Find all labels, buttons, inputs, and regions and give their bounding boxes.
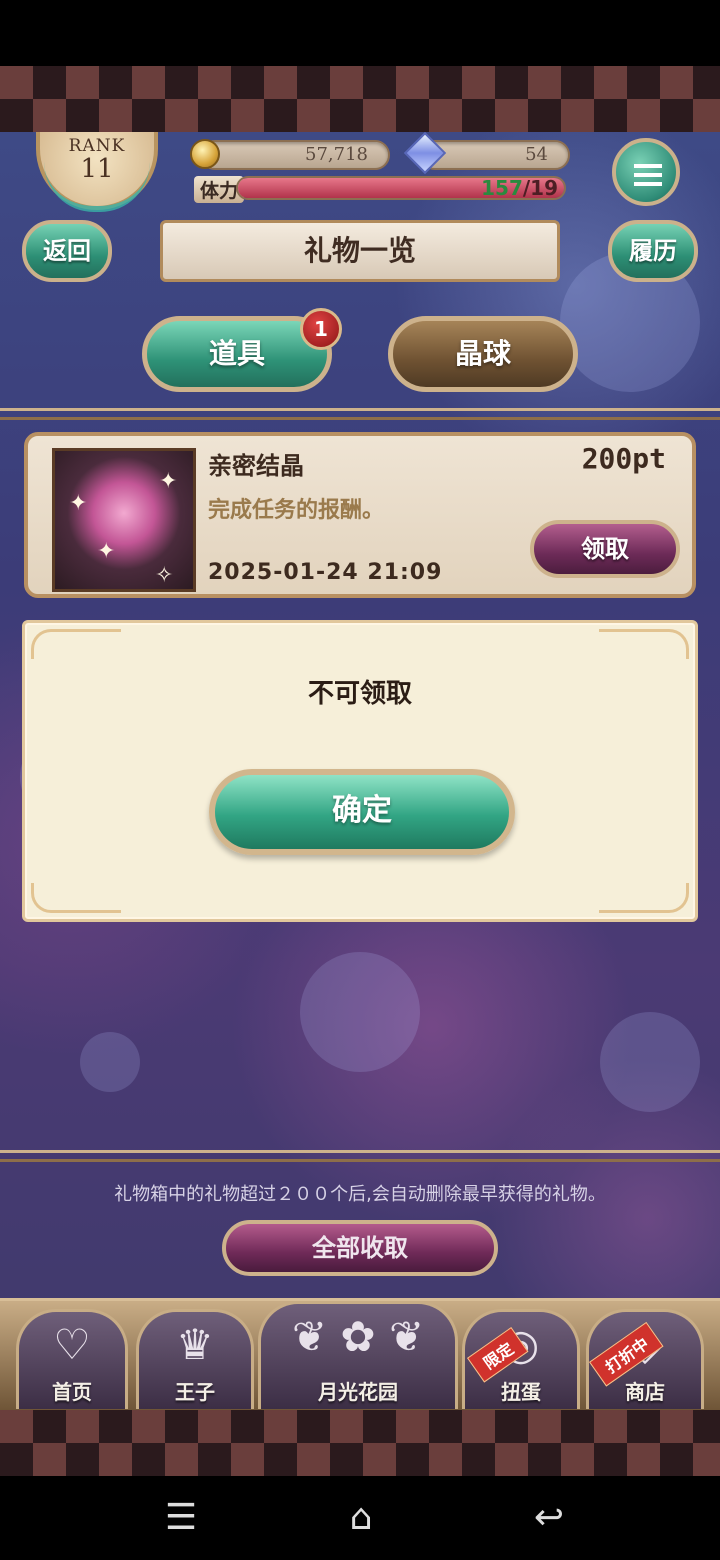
ornament-corner	[31, 629, 121, 659]
bokeh	[600, 1012, 700, 1112]
bottom-nav: ♡ 首页 ♛ 王子 ❦ ✿ ❦ 月光花园 ◎ 扭蛋 限定 ◇ 商店 打折中	[0, 1298, 720, 1410]
intimacy-crystal-icon: ✦ ✦ ✦ ✧	[52, 448, 196, 592]
gift-amount: 200pt	[581, 442, 666, 475]
confirm-button[interactable]: 确定	[209, 769, 515, 855]
gift-description: 完成任务的报酬。	[208, 498, 385, 523]
nav-label: 首页	[52, 1380, 92, 1404]
stamina-max: /19	[522, 176, 558, 200]
gift-date: 2025-01-24 21:09	[208, 560, 443, 585]
bokeh	[300, 952, 420, 1072]
back-button[interactable]: 返回	[22, 220, 112, 282]
nav-label: 月光花园	[318, 1380, 398, 1404]
garden-icon: ❦ ✿ ❦	[291, 1312, 425, 1361]
dialog-message: 不可领取	[307, 679, 412, 709]
home-icon[interactable]: ⌂	[336, 1498, 386, 1538]
alert-dialog: 不可领取 确定	[22, 620, 698, 922]
receive-button[interactable]: 领取	[530, 520, 680, 578]
rank-label: RANK	[68, 136, 126, 156]
sparkle-icon: ✦	[97, 539, 116, 564]
notification-badge: 1	[300, 308, 342, 350]
nav-item-moonlight-garden[interactable]: ❦ ✿ ❦ 月光花园	[258, 1301, 458, 1409]
stamina-current: 157	[481, 176, 523, 200]
system-nav-bar: ☰ ⌂ ↩	[0, 1476, 720, 1560]
nav-label: 王子	[175, 1380, 215, 1404]
page-title: 礼物一览	[160, 220, 560, 282]
ornament-corner	[599, 883, 689, 913]
claim-all-button[interactable]: 全部收取	[222, 1220, 498, 1276]
coin-bar: 57,718	[200, 140, 390, 170]
stamina-bar: 157/19	[236, 176, 566, 200]
ornament-corner	[599, 629, 689, 659]
nav-item-gacha[interactable]: ◎ 扭蛋 限定	[462, 1309, 580, 1409]
gift-item: ✦ ✦ ✦ ✧ 亲密结晶 200pt 完成任务的报酬。 2025-01-24 2…	[24, 432, 696, 598]
back-icon[interactable]: ↩	[524, 1498, 574, 1538]
status-bar	[0, 0, 720, 66]
sparkle-icon: ✦	[159, 469, 178, 494]
menu-button[interactable]	[612, 138, 680, 206]
checker-border-top	[0, 66, 720, 132]
coin-icon	[190, 139, 220, 169]
sparkle-icon: ✧	[155, 563, 174, 588]
crown-icon: ♛	[176, 1320, 214, 1369]
bokeh	[80, 1032, 140, 1092]
tab-orbs[interactable]: 晶球	[388, 316, 578, 392]
gem-value: 54	[525, 144, 548, 165]
game-screen: RANK 11 57,718 54 体力 157/19 返回 礼物一览 履历 道…	[0, 132, 720, 1410]
history-button[interactable]: 履历	[608, 220, 698, 282]
divider-top	[0, 408, 720, 420]
checker-border-bottom	[0, 1410, 720, 1476]
rank-progress-ring	[44, 162, 150, 212]
heart-icon: ♡	[53, 1320, 91, 1369]
sparkle-icon: ✦	[69, 491, 88, 516]
divider-bottom	[0, 1150, 720, 1162]
nav-item-home[interactable]: ♡ 首页	[16, 1309, 128, 1409]
gift-box-notice: 礼物箱中的礼物超过２００个后,会自动删除最早获得的礼物。	[114, 1184, 606, 1205]
nav-item-prince[interactable]: ♛ 王子	[136, 1309, 254, 1409]
recent-apps-icon[interactable]: ☰	[156, 1498, 206, 1538]
stamina-text: 157/19	[481, 176, 558, 200]
ornament-corner	[31, 883, 121, 913]
gift-name: 亲密结晶	[208, 452, 304, 480]
coin-value: 57,718	[305, 144, 368, 165]
nav-item-shop[interactable]: ◇ 商店 打折中	[586, 1309, 704, 1409]
hamburger-icon	[634, 164, 662, 186]
